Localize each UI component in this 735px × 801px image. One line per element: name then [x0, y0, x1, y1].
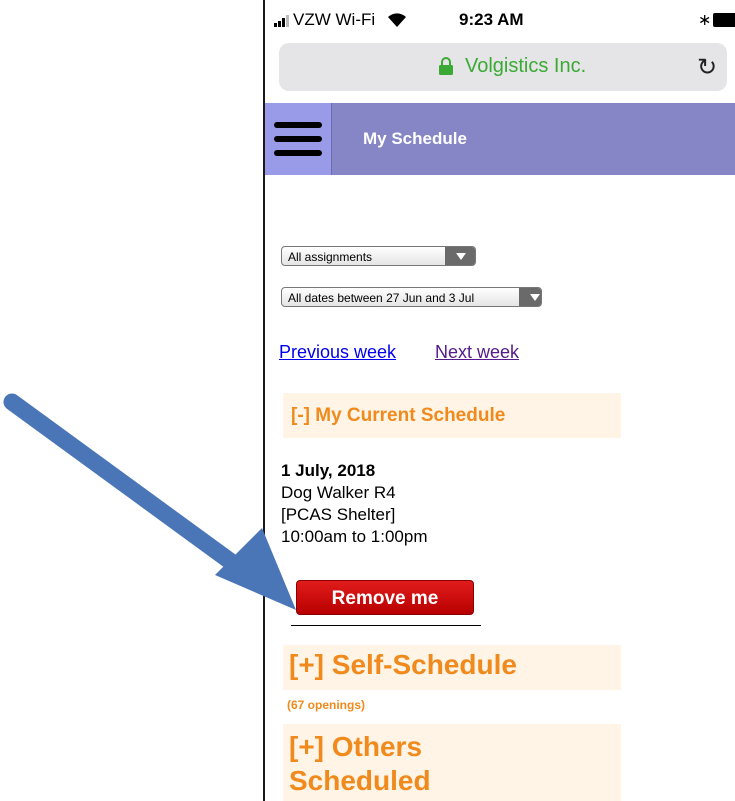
annotation-arrow-icon [3, 393, 296, 610]
reload-icon[interactable]: ↻ [697, 53, 717, 82]
address-bar[interactable]: Volgistics Inc. ↻ [279, 43, 727, 91]
page-title: My Schedule [363, 129, 467, 148]
clock: 9:23 AM [459, 10, 524, 29]
openings-count: (67 openings) [287, 698, 366, 712]
chevron-down-icon [445, 247, 475, 265]
status-bar: VZW Wi-Fi 9:23 AM ∗ [265, 0, 735, 38]
chevron-down-icon [519, 288, 541, 306]
remove-me-button[interactable]: Remove me [296, 580, 474, 615]
wifi-icon [388, 13, 406, 27]
self-schedule-toggle[interactable]: [+] Self-Schedule [283, 645, 621, 690]
current-schedule-toggle[interactable]: [-] My Current Schedule [283, 393, 621, 438]
date-filter-select[interactable]: All dates between 27 Jun and 3 Jul [281, 287, 542, 307]
app-header: My Schedule [265, 103, 735, 175]
bluetooth-icon: ∗ [698, 12, 712, 29]
others-scheduled-line2: Scheduled [289, 765, 431, 796]
others-scheduled-line1: [+] Others [289, 731, 423, 762]
site-name: Volgistics Inc. [465, 55, 587, 77]
battery-icon [713, 13, 735, 27]
phone-screen: VZW Wi-Fi 9:23 AM ∗ Volgistics Inc. ↻ My… [263, 0, 735, 801]
others-scheduled-toggle[interactable]: [+] Others Scheduled [283, 724, 621, 801]
lock-icon [439, 57, 453, 75]
next-week-link[interactable]: Next week [435, 342, 519, 363]
